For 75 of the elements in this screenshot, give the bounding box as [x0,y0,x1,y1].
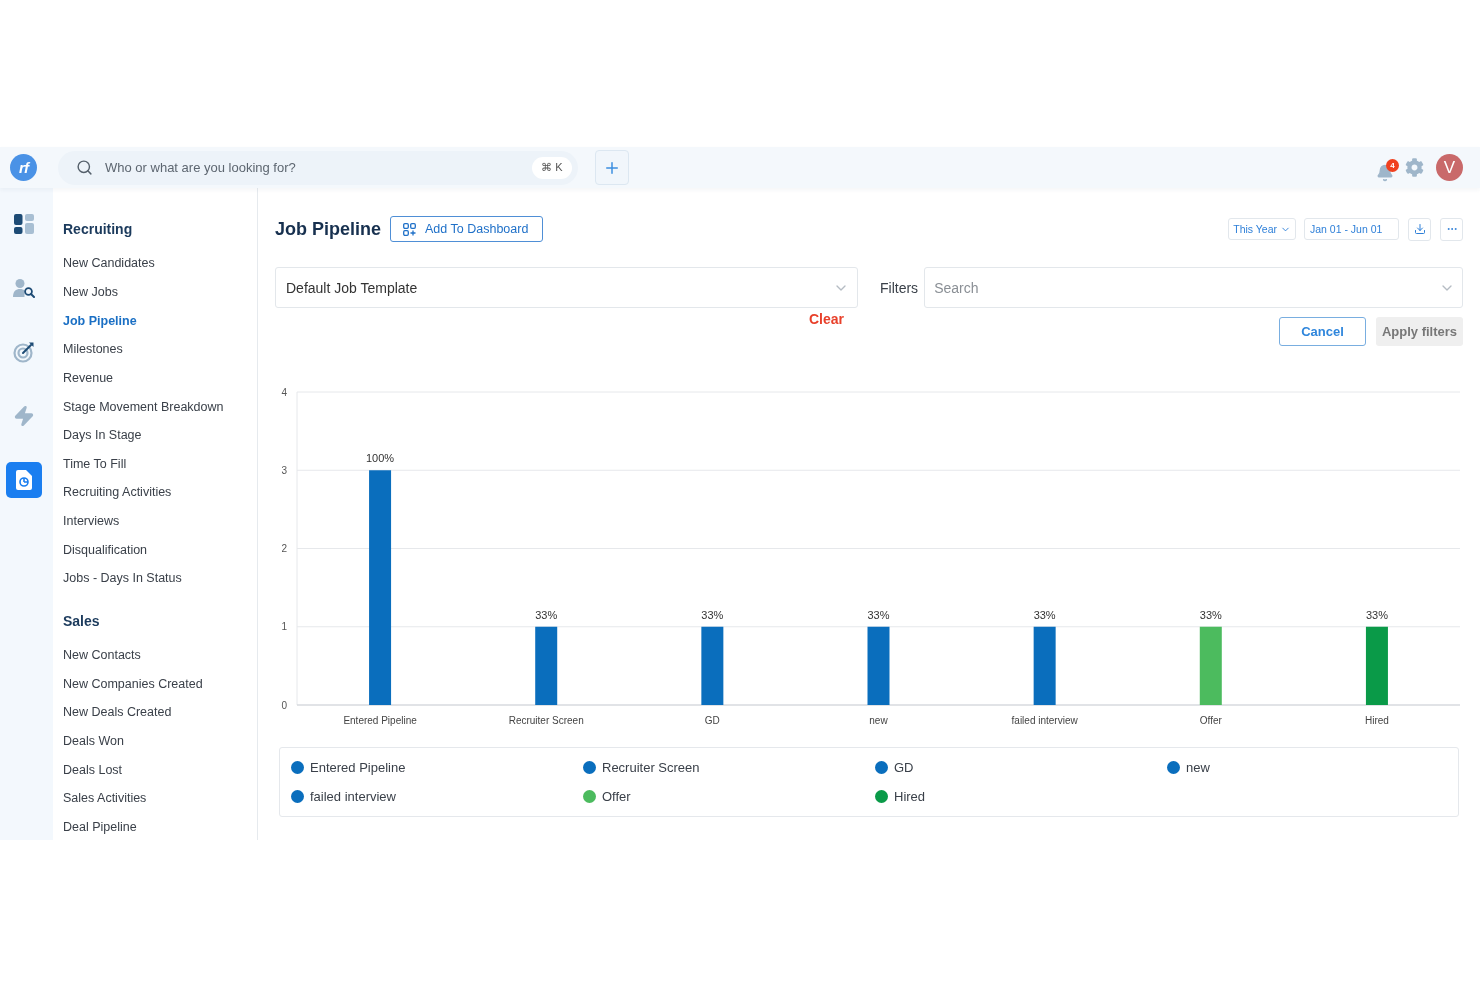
filter-search-field[interactable]: Search [924,267,1463,308]
category-label: failed interview [1011,715,1078,726]
period-select[interactable]: This Year [1228,218,1296,240]
legend-label: Entered Pipeline [310,760,406,775]
target-icon [13,341,35,363]
legend-label: GD [894,760,914,775]
bar-value-label: 100% [366,452,395,465]
bar-value-label: 33% [535,608,558,621]
search-icon [76,159,93,176]
category-label: Hired [1365,715,1389,726]
notifications-button[interactable]: 4 [1376,158,1399,182]
grid-plus-icon [403,222,417,236]
nav-link[interactable]: New Candidates [63,249,155,278]
cancel-button[interactable]: Cancel [1279,317,1366,346]
nav-link[interactable]: New Deals Created [63,697,172,727]
lightning-icon [13,405,35,427]
rail-nav-button[interactable] [6,462,42,498]
y-axis-tick-label: 3 [281,464,287,476]
nav-link[interactable]: Time To Fill [63,449,127,479]
add-button[interactable] [595,150,629,185]
gear-icon [1405,158,1424,177]
nav-link[interactable]: New Contacts [63,640,141,670]
document-chart-icon [16,470,32,490]
y-axis-tick-label: 2 [281,543,287,554]
legend-label: Recruiter Screen [602,760,700,775]
y-axis-tick-label: 1 [281,621,287,633]
category-label: Recruiter Screen [508,715,584,726]
download-icon [1413,223,1426,235]
nav-link[interactable]: Days In Stage [63,420,142,450]
settings-button[interactable] [1405,158,1424,177]
download-button[interactable] [1408,217,1431,241]
dashboard-icon [14,214,34,234]
clear-link[interactable]: Clear [808,310,844,328]
bar-value-label: 33% [701,608,724,621]
nav-link[interactable]: Milestones [63,334,123,364]
template-select[interactable]: Default Job Template [275,267,858,308]
nav-link[interactable]: Job Pipeline [63,306,137,335]
nav-link[interactable]: Deal Pipeline [63,812,137,842]
category-label: new [869,715,888,726]
nav-section-heading: Sales [63,611,100,631]
y-axis-tick-label: 4 [281,386,287,398]
nav-link[interactable]: New Jobs [63,277,118,307]
add-to-dashboard-button[interactable]: Add To Dashboard [390,216,544,242]
y-axis-tick-label: 0 [281,699,287,711]
category-label: Offer [1199,715,1222,726]
nav-link[interactable]: Disqualification [63,535,148,565]
nav-link[interactable]: Deals Lost [63,755,123,784]
nav-section-heading: Recruiting [63,220,133,239]
nav-link[interactable]: Stage Movement Breakdown [63,392,224,421]
nav-link[interactable]: New Companies Created [63,669,203,698]
brand-logo: rf [10,154,37,181]
filters-label: Filters [880,279,919,296]
bar-value-label: 33% [1199,608,1222,621]
page-title: Job Pipeline [275,218,382,240]
more-button[interactable] [1440,217,1463,241]
legend-label: Hired [894,789,926,804]
nav-link[interactable]: Deals Won [63,726,124,756]
bell-icon [1376,163,1394,182]
person-search-icon [13,278,35,298]
nav-link[interactable]: Jobs - Days In Status [63,564,182,593]
user-avatar[interactable]: V [1436,154,1463,181]
bar-value-label: 33% [1365,608,1388,621]
bar-value-label: 33% [867,608,890,621]
nav-link[interactable]: Recruiting Activities [63,478,172,507]
legend-label: new [1186,760,1210,775]
category-label: Entered Pipeline [343,715,417,726]
category-label: GD [704,715,720,726]
nav-link[interactable]: Sales Activities [63,783,147,813]
legend-label: failed interview [310,789,396,804]
date-range-field[interactable]: Jan 01 - Jun 01 [1304,218,1399,240]
notification-count: 4 [1386,158,1399,172]
nav-link[interactable]: Interviews [63,506,120,536]
legend-label: Offer [602,789,631,804]
bar-value-label: 33% [1033,608,1056,621]
nav-link[interactable]: Revenue [63,363,114,393]
